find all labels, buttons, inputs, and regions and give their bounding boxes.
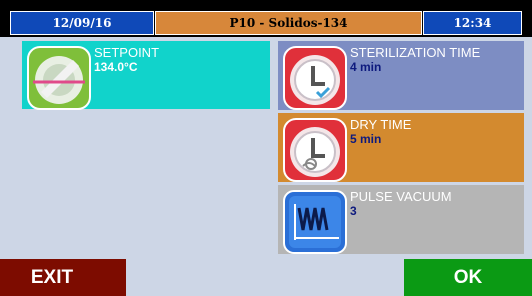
setpoint-label: SETPOINT	[94, 45, 160, 60]
dry-time-tile[interactable]: DRY TIME 5 min	[278, 113, 524, 182]
clock-dry-icon	[283, 118, 347, 182]
dry-time-value: 5 min	[350, 132, 382, 146]
pulse-wave-icon	[283, 190, 347, 254]
dry-time-label: DRY TIME	[350, 117, 412, 132]
sterilization-time-tile[interactable]: STERILIZATION TIME 4 min	[278, 41, 524, 110]
program-name: P10 - Solidos-134	[155, 11, 422, 35]
setpoint-value: 134.0°C	[94, 60, 138, 74]
sterilization-time-value: 4 min	[350, 60, 382, 74]
exit-button[interactable]: EXIT	[0, 259, 126, 296]
thermometer-icon	[27, 46, 91, 110]
sterilization-time-label: STERILIZATION TIME	[350, 45, 481, 60]
pulse-vacuum-value: 3	[350, 204, 357, 218]
ok-button[interactable]: OK	[404, 259, 532, 296]
time-display: 12:34	[423, 11, 522, 35]
clock-check-icon	[283, 46, 347, 110]
status-bar: 12/09/16 P10 - Solidos-134 12:34	[0, 0, 532, 37]
setpoint-tile[interactable]: SETPOINT 134.0°C	[22, 41, 270, 110]
screen: 12/09/16 P10 - Solidos-134 12:34 SETPOIN…	[0, 0, 532, 296]
date-display: 12/09/16	[10, 11, 154, 35]
pulse-vacuum-label: PULSE VACUUM	[350, 189, 452, 204]
pulse-vacuum-tile[interactable]: PULSE VACUUM 3	[278, 185, 524, 254]
